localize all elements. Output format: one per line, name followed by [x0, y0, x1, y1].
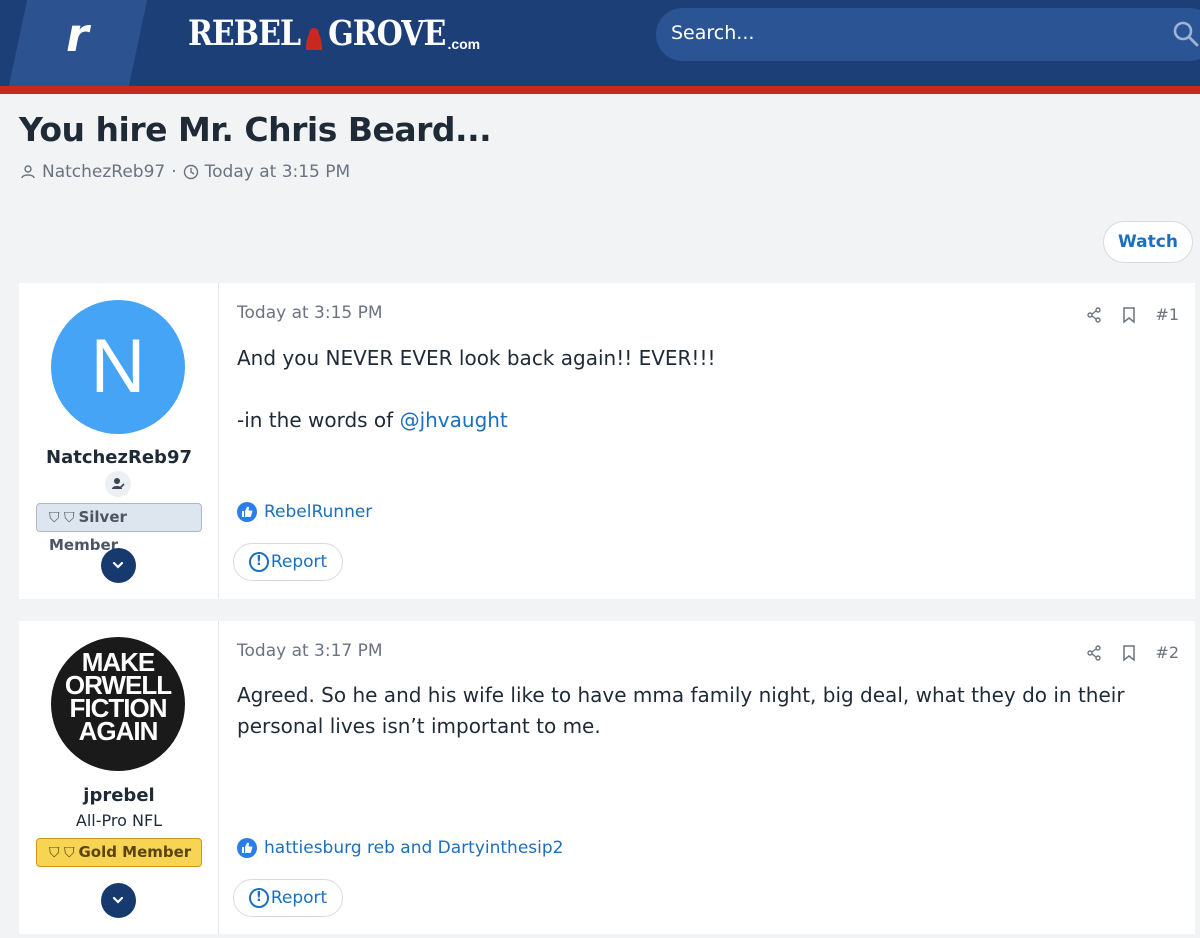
clock-icon: [183, 164, 198, 180]
expand-user-button[interactable]: [101, 548, 136, 583]
like-icon: [237, 502, 257, 522]
badge-label: Gold Member: [78, 843, 192, 861]
chevron-down-icon: [112, 561, 124, 569]
report-button[interactable]: ! Report: [233, 879, 343, 917]
user-badge: ⛉ ⛉ Silver Member: [36, 503, 202, 554]
report-label: Report: [270, 552, 328, 572]
bookmark-icon[interactable]: [1121, 306, 1137, 324]
post: MAKE ORWELL FICTION AGAIN jprebel All-Pr…: [19, 621, 1195, 934]
chevron-down-icon: [112, 896, 124, 904]
logo-suffix: .com: [447, 36, 481, 52]
search-bar[interactable]: [656, 8, 1200, 61]
username[interactable]: NatchezReb97: [19, 447, 219, 468]
user-icon: [21, 165, 35, 179]
post-number[interactable]: #2: [1155, 643, 1179, 662]
search-icon[interactable]: [1172, 20, 1200, 48]
post-user-panel: N NatchezReb97 ⛉ ⛉ Silver Member: [19, 283, 219, 599]
logo-emblem-icon: [306, 28, 323, 50]
share-icon[interactable]: [1085, 644, 1103, 662]
post-user-panel: MAKE ORWELL FICTION AGAIN jprebel All-Pr…: [19, 621, 219, 934]
staff-icon: [105, 471, 131, 497]
site-logo[interactable]: REBEL GROVE .com: [188, 14, 480, 54]
post-text-line: Agreed. So he and his wife like to have …: [237, 683, 1125, 707]
post-date[interactable]: Today at 3:17 PM: [237, 641, 383, 661]
logo-text-right: GROVE: [328, 13, 446, 54]
site-badge-letter[interactable]: r: [66, 8, 89, 62]
shield-icon: ⛉ ⛉: [49, 845, 75, 861]
expand-user-button[interactable]: [101, 883, 136, 918]
page-title: You hire Mr. Chris Beard...: [19, 110, 492, 149]
user-badge: ⛉ ⛉ Gold Member: [36, 838, 202, 867]
post-text-prefix: -in the words of: [237, 408, 400, 432]
site-header: r REBEL GROVE .com: [0, 0, 1200, 94]
post-text-line: -in the words of @jhvaught: [237, 405, 1167, 436]
reaction-users[interactable]: RebelRunner: [264, 502, 372, 522]
avatar[interactable]: MAKE ORWELL FICTION AGAIN: [51, 637, 185, 771]
reaction-users[interactable]: hattiesburg reb and Dartyinthesip2: [264, 838, 563, 858]
share-icon[interactable]: [1085, 306, 1103, 324]
post-text-line: personal lives isn’t important to me.: [237, 714, 601, 738]
reaction-bar: hattiesburg reb and Dartyinthesip2: [237, 838, 563, 858]
alert-icon: !: [248, 888, 269, 908]
logo-text-left: REBEL: [188, 13, 301, 54]
reaction-bar: RebelRunner: [237, 502, 372, 522]
report-button[interactable]: ! Report: [233, 543, 343, 581]
post-actions: #2: [1085, 643, 1179, 662]
watch-button[interactable]: Watch: [1103, 221, 1193, 263]
report-label: Report: [270, 888, 328, 908]
username[interactable]: jprebel: [19, 785, 219, 806]
post-text-line: And you NEVER EVER look back again!! EVE…: [237, 346, 716, 370]
post-body: Agreed. So he and his wife like to have …: [237, 680, 1167, 742]
post-body: And you NEVER EVER look back again!! EVE…: [237, 343, 1167, 436]
search-input[interactable]: [671, 22, 1151, 44]
post-number[interactable]: #1: [1155, 305, 1179, 324]
thread-meta: NatchezReb97 · Today at 3:15 PM: [20, 162, 350, 182]
user-title: All-Pro NFL: [75, 811, 163, 830]
mention-link[interactable]: @jhvaught: [400, 408, 508, 432]
post-actions: #1: [1085, 305, 1179, 324]
thread-date[interactable]: Today at 3:15 PM: [205, 162, 351, 182]
header-accent-line: [0, 86, 1200, 94]
post: N NatchezReb97 ⛉ ⛉ Silver Member Today at…: [19, 283, 1195, 599]
shield-icon: ⛉ ⛉: [49, 510, 75, 526]
meta-separator: ·: [171, 162, 177, 182]
thread-author[interactable]: NatchezReb97: [42, 162, 165, 182]
alert-icon: !: [248, 552, 269, 572]
like-icon: [237, 838, 257, 858]
avatar[interactable]: N: [51, 300, 185, 434]
post-date[interactable]: Today at 3:15 PM: [237, 303, 383, 323]
bookmark-icon[interactable]: [1121, 644, 1137, 662]
avatar-text-line: AGAIN: [78, 716, 159, 746]
